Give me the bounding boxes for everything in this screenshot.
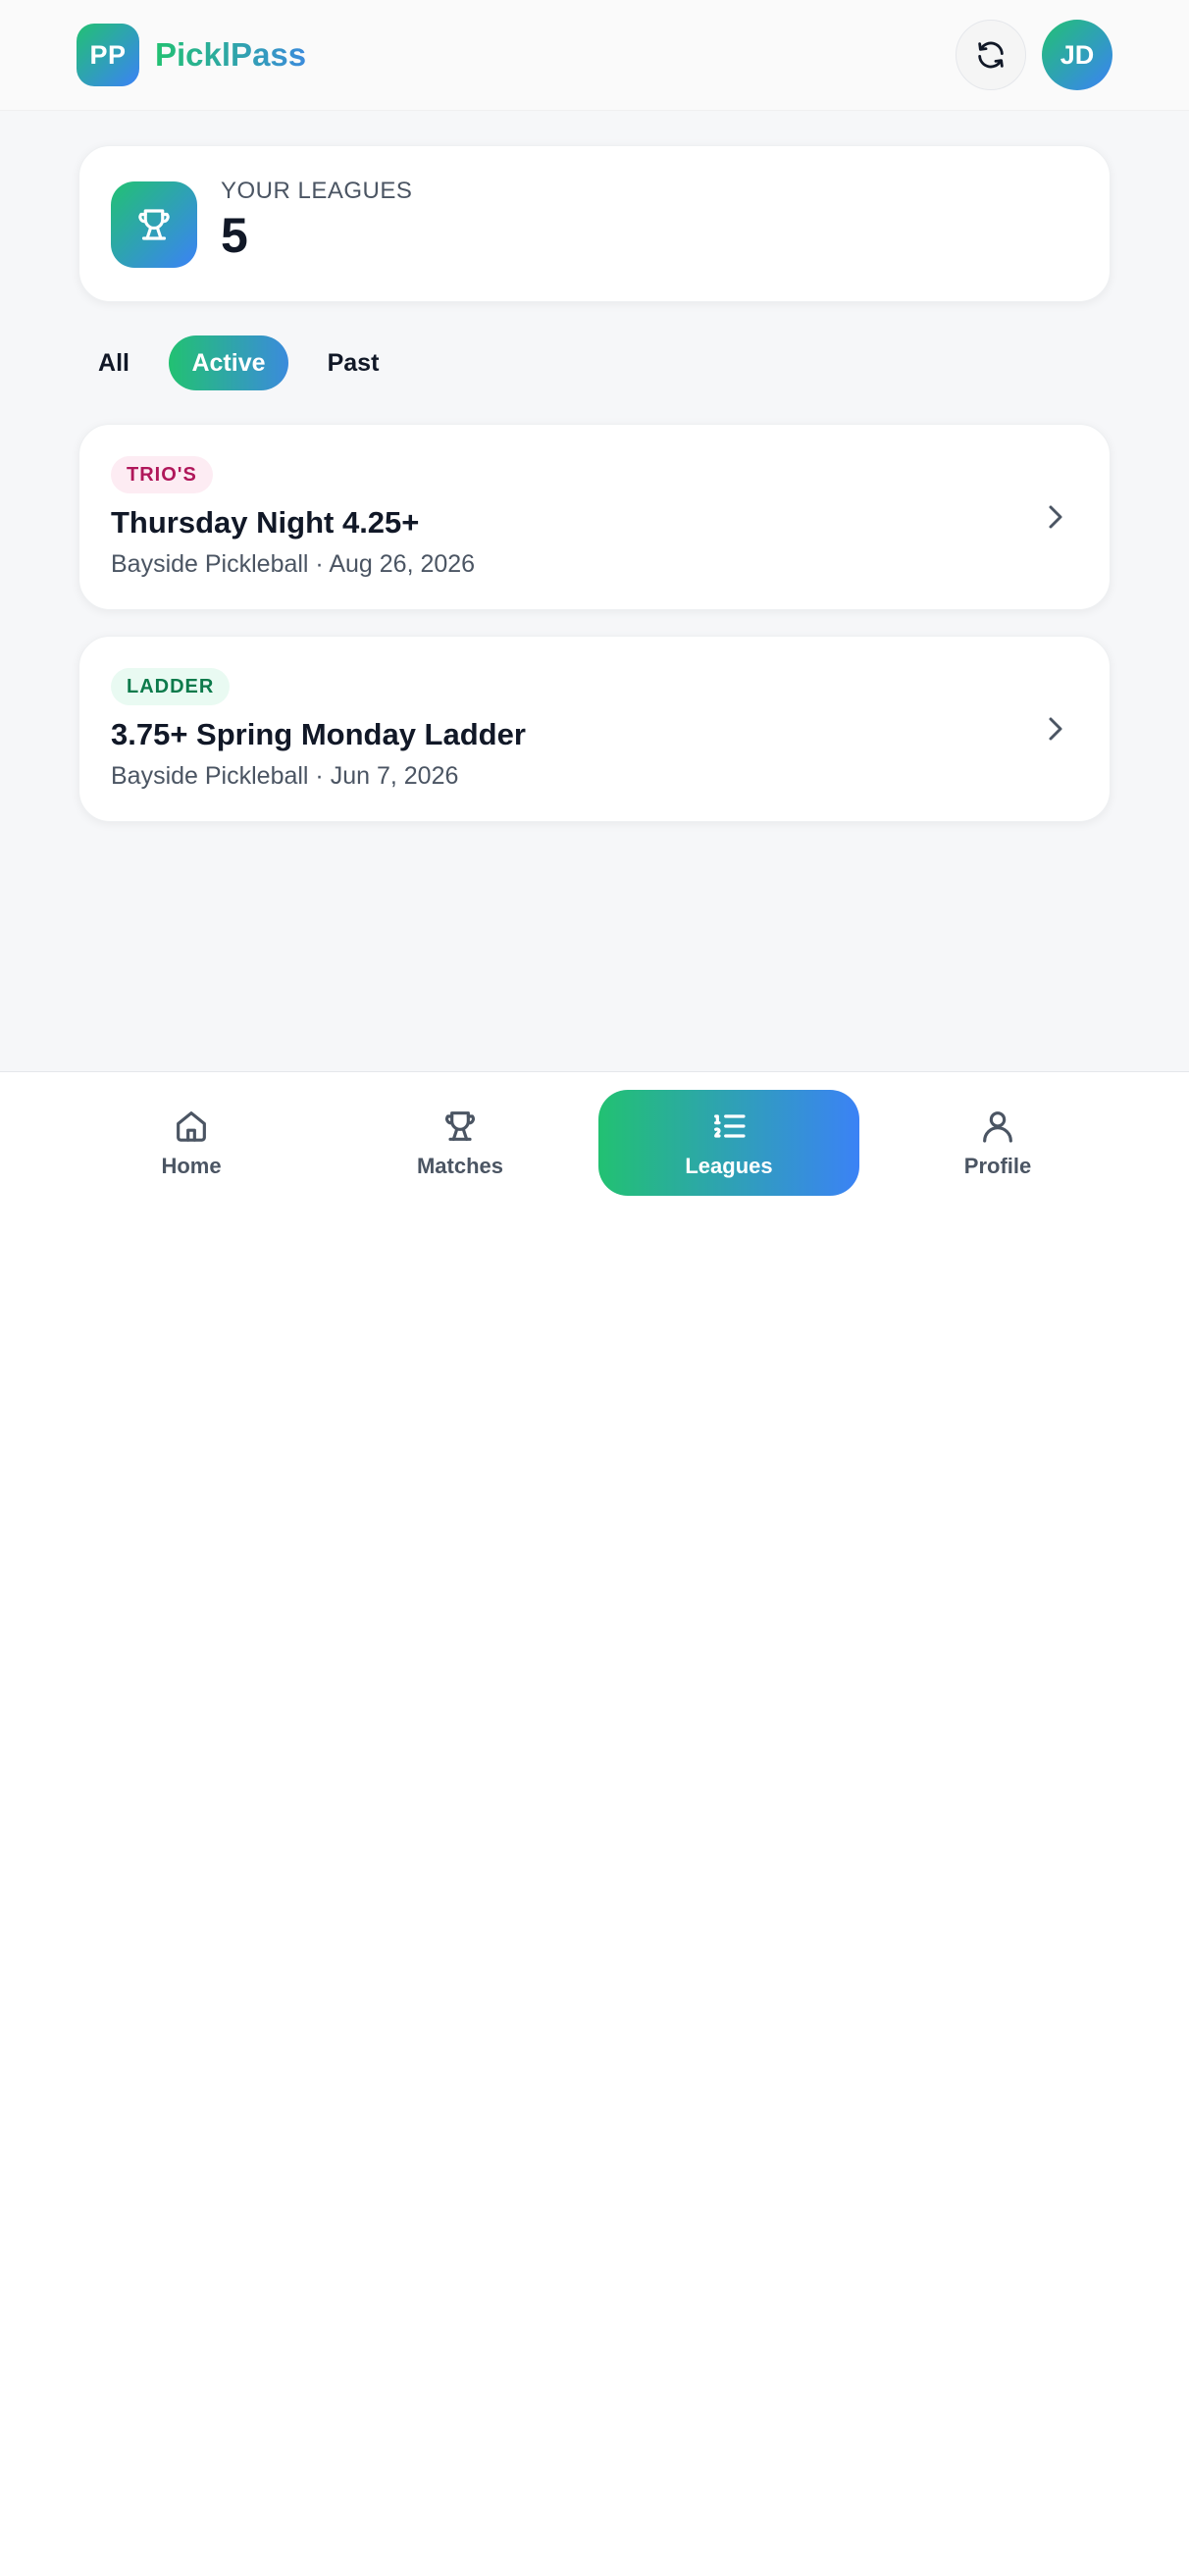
user-icon: [983, 1111, 1012, 1143]
app-logo[interactable]: PP: [77, 24, 139, 86]
trophy-icon: [445, 1111, 475, 1141]
nav-leagues[interactable]: Leagues: [598, 1090, 859, 1196]
summary-label: YOUR LEAGUES: [221, 178, 413, 204]
nav-matches[interactable]: Matches: [330, 1090, 591, 1196]
refresh-icon: [978, 41, 1004, 69]
nav-profile[interactable]: Profile: [867, 1090, 1128, 1196]
filter-active[interactable]: Active: [169, 335, 288, 390]
ordered-list-icon: [714, 1114, 746, 1138]
bottom-navigation: Home Matches Leagues Profile: [0, 1071, 1189, 1200]
nav-leagues-label: Leagues: [685, 1154, 773, 1178]
summary-icon-badge: [111, 181, 197, 268]
league-meta: Bayside Pickleball · Aug 26, 2026: [111, 550, 476, 578]
summary-count: 5: [221, 208, 248, 263]
league-card[interactable]: TRIO'S Thursday Night 4.25+ Bayside Pick…: [78, 424, 1111, 610]
nav-home-label: Home: [161, 1154, 222, 1178]
chevron-right-icon: [1049, 717, 1062, 741]
app-screen: PP PicklPass JD YOUR LEAGUES 5 All Activ…: [0, 0, 1189, 1200]
nav-profile-label: Profile: [963, 1154, 1032, 1178]
user-avatar[interactable]: JD: [1042, 20, 1112, 90]
leagues-summary-card: YOUR LEAGUES 5: [78, 145, 1111, 302]
trophy-icon: [138, 209, 170, 240]
league-type-badge: TRIO'S: [111, 456, 213, 493]
league-meta: Bayside Pickleball · Jun 7, 2026: [111, 762, 459, 790]
nav-home[interactable]: Home: [61, 1090, 322, 1196]
chevron-right-icon: [1049, 505, 1062, 529]
filter-all[interactable]: All: [78, 335, 149, 390]
top-header: PP PicklPass JD: [0, 0, 1189, 111]
league-card[interactable]: LADDER 3.75+ Spring Monday Ladder Baysid…: [78, 636, 1111, 822]
app-name: PicklPass: [155, 31, 306, 78]
nav-matches-label: Matches: [416, 1154, 504, 1178]
league-title: 3.75+ Spring Monday Ladder: [111, 717, 526, 751]
league-type-badge: LADDER: [111, 668, 231, 705]
refresh-button[interactable]: [956, 20, 1026, 90]
league-title: Thursday Night 4.25+: [111, 505, 420, 540]
home-icon: [177, 1111, 206, 1142]
filter-past[interactable]: Past: [308, 335, 398, 390]
